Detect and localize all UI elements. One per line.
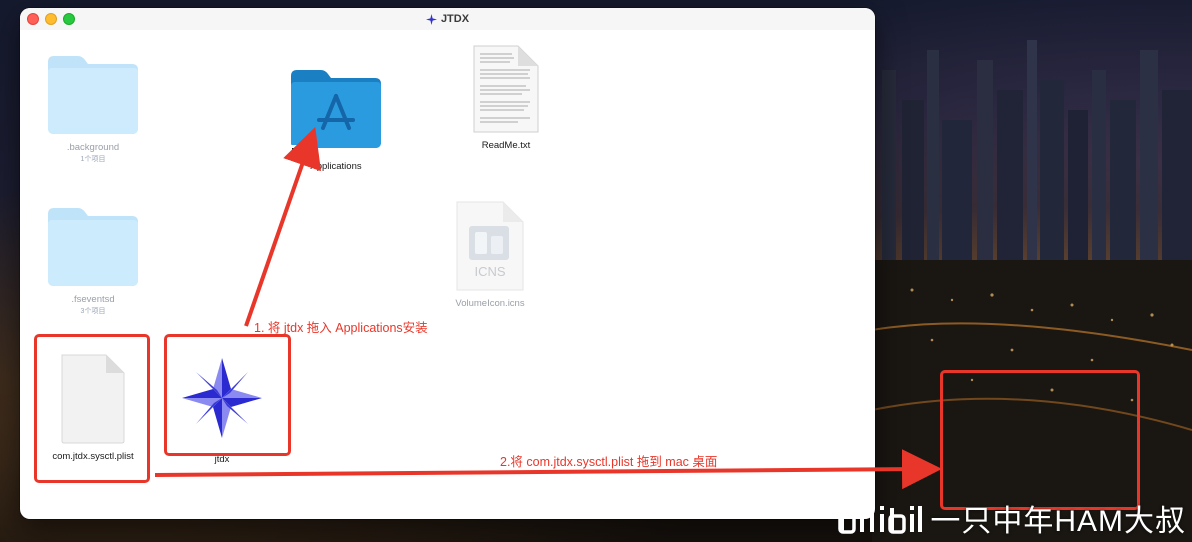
alias-arrow-icon [287, 145, 301, 159]
annotation-step-1: 1. 将 jtdx 拖入 Applications安装 [254, 321, 428, 335]
file-item-background[interactable]: .background 1个项目 [42, 54, 144, 164]
file-item-volumeicon[interactable]: ICNS VolumeIcon.icns [440, 200, 540, 309]
watermark-text: 一只中年HAM大叔 [930, 505, 1186, 538]
highlight-box-jtdx [164, 334, 291, 456]
file-sublabel: 1个项目 [80, 156, 106, 163]
file-item-fseventsd[interactable]: .fseventsd 3个项目 [42, 206, 144, 316]
bilibili-logo-icon [838, 506, 923, 534]
minimize-button[interactable] [45, 13, 57, 25]
traffic-lights [27, 13, 75, 25]
zoom-button[interactable] [63, 13, 75, 25]
file-label: .fseventsd [71, 294, 115, 305]
file-item-readme[interactable]: ReadMe.txt [466, 44, 546, 151]
highlight-box-plist [34, 334, 150, 483]
file-label: VolumeIcon.icns [455, 298, 525, 309]
annotation-step-2: 2.将 com.jtdx.sysctl.plist 拖到 mac 桌面 [500, 455, 718, 469]
text-document-icon [473, 45, 539, 133]
applications-icon-wrap [287, 68, 383, 159]
folder-icon [48, 56, 138, 134]
applications-folder-icon [291, 70, 381, 148]
file-label: Applications [310, 161, 362, 172]
window-titlebar[interactable]: JTDX [20, 8, 875, 30]
window-title: JTDX [440, 13, 470, 25]
jtdx-volume-icon [425, 13, 437, 25]
window-title-group: JTDX [425, 13, 470, 25]
file-label: ReadMe.txt [481, 140, 531, 151]
folder-icon [48, 208, 138, 286]
file-item-applications[interactable]: Applications [284, 68, 388, 172]
watermark: 一只中年HAM大叔 [838, 496, 1186, 540]
icns-icon-wrap: ICNS [455, 200, 525, 292]
file-sublabel: 3个项目 [80, 308, 106, 315]
close-button[interactable] [27, 13, 39, 25]
icns-icon-text: ICNS [474, 264, 506, 279]
file-label: .background [66, 142, 120, 153]
highlight-box-desktop-target [940, 370, 1140, 510]
